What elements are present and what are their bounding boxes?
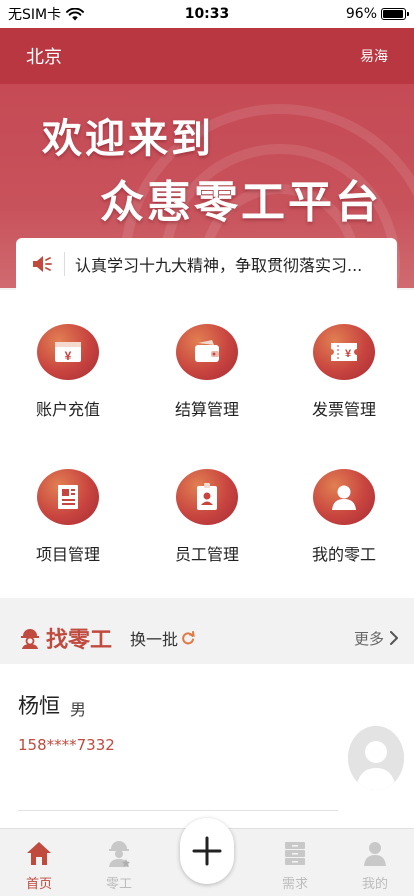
grid-item-staff[interactable]: 员工管理 — [147, 435, 267, 565]
refresh-label: 换一批 — [130, 630, 179, 649]
tab-label: 我的 — [361, 877, 388, 892]
avatar-placeholder-icon — [348, 726, 404, 790]
divider — [18, 810, 338, 811]
svg-text:¥: ¥ — [345, 348, 352, 360]
svg-text:¥: ¥ — [65, 349, 72, 363]
city-selector[interactable]: 北京 — [26, 43, 62, 69]
refresh-button[interactable]: 换一批 — [130, 626, 195, 650]
battery-percent: 96% — [345, 6, 377, 22]
grid-item-settlement[interactable]: 结算管理 — [147, 290, 267, 420]
carrier-text: 无SIM卡 — [8, 7, 62, 23]
avatar[interactable] — [348, 726, 404, 790]
notice-divider — [64, 252, 65, 276]
worker-card[interactable]: 杨恒 男 158****7332 — [0, 664, 414, 828]
grid-item-label: 账户充值 — [35, 400, 100, 419]
document-icon — [37, 469, 99, 525]
worker-name: 杨恒 — [18, 694, 60, 718]
tab-label: 需求 — [281, 877, 308, 892]
notice-text: 认真学习十九大精神，争取贯彻落实习... — [75, 256, 363, 275]
banner-title-line1: 欢迎来到 — [42, 116, 214, 162]
tab-label: 首页 — [25, 877, 52, 892]
grid-item-invoice[interactable]: ¥ 发票管理 — [284, 290, 404, 420]
wifi-icon — [66, 7, 85, 20]
worker-gender: 男 — [70, 700, 87, 719]
refresh-icon — [182, 631, 195, 645]
chevron-right-icon — [390, 631, 398, 645]
grid-item-label: 员工管理 — [174, 545, 239, 564]
function-grid: ¥ 账户充值 结算管理 ¥ 发票管理 项目管理 员工管理 我的零工 — [0, 290, 414, 598]
app-header: 北京 易海 — [0, 28, 414, 84]
profile-icon — [364, 842, 386, 866]
banner-title-line2: 众惠零工平台 — [100, 177, 382, 228]
status-right: 96% — [345, 6, 409, 22]
grid-item-label: 项目管理 — [35, 545, 100, 564]
battery-level — [383, 10, 404, 18]
status-left: 无SIM卡 — [8, 4, 85, 24]
worker-icon — [109, 841, 130, 867]
add-button[interactable] — [180, 818, 234, 884]
person-icon — [313, 469, 375, 525]
more-button[interactable]: 更多 — [354, 628, 398, 649]
grid-item-label: 结算管理 — [174, 400, 239, 419]
find-workers-header: 找零工 换一批 更多 — [0, 612, 414, 664]
grid-item-projects[interactable]: 项目管理 — [8, 435, 128, 565]
user-name[interactable]: 易海 — [360, 46, 388, 66]
id-badge-icon — [176, 469, 238, 525]
more-label: 更多 — [353, 629, 384, 648]
plus-icon — [192, 836, 222, 866]
tab-demand[interactable]: 需求 — [260, 829, 330, 896]
wallet-icon — [176, 324, 238, 380]
battery-icon — [381, 8, 409, 20]
cabinet-icon — [285, 842, 305, 865]
tab-mine[interactable]: 我的 — [340, 829, 410, 896]
invoice-ticket-icon: ¥ — [313, 324, 375, 380]
grid-item-recharge[interactable]: ¥ 账户充值 — [8, 290, 128, 420]
status-bar: 无SIM卡 10:33 96% — [0, 0, 414, 28]
grid-item-label: 发票管理 — [311, 400, 376, 419]
tab-home[interactable]: 首页 — [4, 829, 74, 896]
section-title: 找零工 — [46, 628, 113, 653]
notice-bar[interactable]: 认真学习十九大精神，争取贯彻落实习... — [16, 238, 397, 290]
yen-card-icon: ¥ — [37, 324, 99, 380]
speaker-icon — [33, 256, 52, 272]
grid-item-label: 我的零工 — [311, 545, 376, 564]
tab-workers[interactable]: 零工 — [84, 829, 154, 896]
worker-helmet-icon — [21, 629, 39, 649]
worker-phone[interactable]: 158****7332 — [18, 736, 115, 754]
grid-item-my-workers[interactable]: 我的零工 — [284, 435, 404, 565]
home-icon — [27, 842, 51, 865]
tab-label: 零工 — [105, 877, 132, 892]
